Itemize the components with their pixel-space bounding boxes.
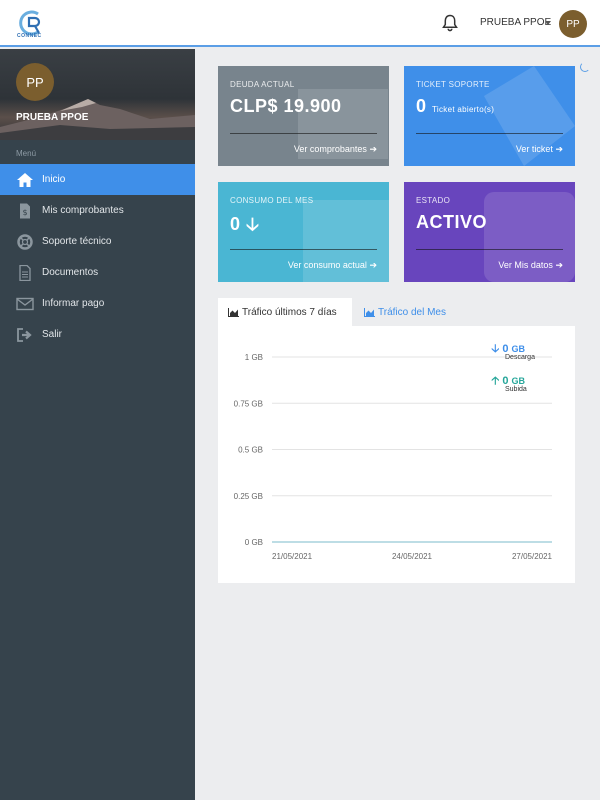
loading-spinner-icon [580,62,590,72]
view-my-data-link[interactable]: Ver Mis datos ➔ [498,260,563,271]
sidebar-item-label: Soporte técnico [42,236,112,247]
sign-out-icon [17,327,32,342]
arrow-down-icon: 🡣 [491,343,500,355]
invoice-icon: $ [20,203,30,218]
sidebar-item-label: Mis comprobantes [42,205,124,216]
chevron-down-icon[interactable] [545,21,551,25]
sidebar-profile: PP PRUEBA PPOE [0,49,195,140]
divider [416,133,563,134]
avatar[interactable]: PP [559,10,587,38]
ticket-count-label: Ticket abierto(s) [432,105,495,114]
area-chart-icon [364,307,375,317]
arrow-down-icon: 🡣 [246,214,260,234]
arrow-up-icon: 🡡 [491,375,500,387]
view-my-data-link-label: Ver Mis datos [498,260,553,270]
home-icon [17,172,33,187]
traffic-chart-panel: 1 GB 0.75 GB 0.5 GB 0.25 GB 0 GB 21/05/2021 24… [218,326,575,583]
view-ticket-link-label: Ver ticket [515,144,553,154]
status-badge: ACTIVO [416,212,488,232]
profile-name: PRUEBA PPOE [16,112,89,123]
divider [230,249,377,250]
consumption-card-label: CONSUMO DEL MES [230,196,314,205]
traffic-tabs: Tráfico últimos 7 días Tráfico del Mes [218,298,575,326]
menu-title: Menú [16,149,37,158]
ticket-count: 0 [416,96,427,116]
sidebar: PP PRUEBA PPOE Menú Inicio $ Mis comprob… [0,49,195,800]
sidebar-item-documentos[interactable]: Documentos [0,257,195,288]
sidebar-item-salir[interactable]: Salir [0,319,195,350]
arrow-right-icon: ➔ [555,260,563,270]
tab-label: Tráfico del Mes [378,306,446,318]
sidebar-item-label: Inicio [42,174,66,185]
legend-upload-unit: GB [511,376,526,386]
arrow-right-icon: ➔ [369,260,377,270]
sidebar-item-soporte-tecnico[interactable]: Soporte técnico [0,226,195,257]
consumption-card-value: 0 🡣 [230,212,259,242]
consumption-value: 0 [230,214,241,234]
sidebar-item-inicio[interactable]: Inicio [0,164,195,195]
view-consumption-link-label: Ver consumo actual [287,260,367,270]
status-card: ESTADO ACTIVO Ver Mis datos ➔ [404,182,575,282]
x-tick-label: 21/05/2021 [272,552,313,561]
ticket-card-label: TICKET SOPORTE [416,80,490,89]
envelope-icon [16,297,34,310]
notification-bell-icon[interactable] [442,14,458,32]
traffic-chart: 1 GB 0.75 GB 0.5 GB 0.25 GB 0 GB 21/05/2021 24… [234,353,553,561]
profile-avatar[interactable]: PP [16,63,54,101]
document-icon [19,264,31,281]
ticket-card-value: 0 Ticket abierto(s) [416,96,494,117]
debt-card-label: DEUDA ACTUAL [230,80,295,89]
divider [416,249,563,250]
y-tick-label: 0.25 GB [234,492,263,501]
sidebar-item-informar-pago[interactable]: Informar pago [0,288,195,319]
x-tick-label: 27/05/2021 [512,552,553,561]
top-header: CONNEC PRUEBA PPOE PP [0,0,600,47]
sidebar-item-label: Documentos [42,267,99,278]
y-tick-label: 1 GB [245,353,263,362]
view-invoices-link[interactable]: Ver comprobantes ➔ [294,144,377,155]
sidebar-item-label: Informar pago [42,298,105,309]
view-consumption-link[interactable]: Ver consumo actual ➔ [288,260,377,271]
legend-upload-label: Subida [505,386,527,393]
sidebar-item-mis-comprobantes[interactable]: $ Mis comprobantes [0,195,195,226]
arrow-right-icon: ➔ [369,144,377,154]
user-menu-name[interactable]: PRUEBA PPOE [480,17,551,28]
debt-card: DEUDA ACTUAL CLP$ 19.900 Ver comprobante… [218,66,389,166]
x-tick-label: 24/05/2021 [392,552,433,561]
status-card-label: ESTADO [416,196,451,205]
lifebuoy-icon [17,233,33,250]
sidebar-item-label: Salir [42,329,63,340]
view-invoices-link-label: Ver comprobantes [293,144,367,154]
logo-text: CONNEC [17,33,42,39]
divider [230,133,377,134]
legend-download-unit: GB [511,344,526,354]
debt-card-value: CLP$ 19.900 [230,96,342,116]
area-chart-icon [228,307,239,317]
legend-download-label: Descarga [505,354,535,361]
tab-traffic-month[interactable]: Tráfico del Mes [354,298,456,326]
svg-text:$: $ [22,208,27,217]
tab-label: Tráfico últimos 7 días [242,306,337,318]
y-tick-label: 0.5 GB [238,446,263,455]
tab-traffic-7-days[interactable]: Tráfico últimos 7 días [218,298,352,326]
view-ticket-link[interactable]: Ver ticket ➔ [516,144,563,155]
y-tick-label: 0.75 GB [234,399,263,408]
consumption-card: CONSUMO DEL MES 0 🡣 Ver consumo actual ➔ [218,182,389,282]
ticket-card: TICKET SOPORTE 0 Ticket abierto(s) Ver t… [404,66,575,166]
y-tick-label: 0 GB [245,538,263,547]
arrow-right-icon: ➔ [555,144,563,154]
